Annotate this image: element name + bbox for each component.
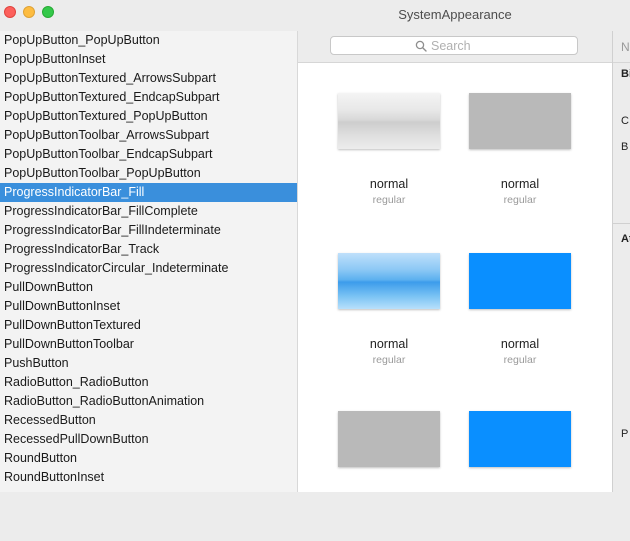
- sidebar-item[interactable]: PopUpButtonToolbar_PopUpButton: [0, 164, 297, 183]
- rendition-preview: [469, 253, 571, 309]
- inspector-label: C: [621, 115, 629, 127]
- inspector-panel: N Bi C B At P: [612, 31, 630, 492]
- rendition-grid: normal regular normal regular normal reg…: [298, 63, 612, 492]
- minimize-window-button[interactable]: [23, 6, 35, 18]
- zoom-window-button[interactable]: [42, 6, 54, 18]
- rendition-preview: [338, 411, 440, 467]
- sidebar-item[interactable]: PopUpButton_PopUpButton: [0, 31, 297, 50]
- rendition-size-label: regular: [503, 354, 537, 366]
- sidebar-item[interactable]: PushButton: [0, 354, 297, 373]
- rendition-state-label: normal: [369, 337, 409, 351]
- rendition-preview: [338, 253, 440, 309]
- rendition-size-label: regular: [372, 354, 406, 366]
- rendition-preview: [469, 93, 571, 149]
- rendition-state-label: normal: [500, 177, 540, 191]
- inspector-divider: [613, 223, 630, 224]
- asset-list[interactable]: PopUpButton_PopUpButton PopUpButtonInset…: [0, 31, 298, 492]
- sidebar-item[interactable]: PullDownButtonInset: [0, 297, 297, 316]
- rendition-state-label: normal: [369, 177, 409, 191]
- close-window-button[interactable]: [4, 6, 16, 18]
- rendition-cell[interactable]: [328, 381, 458, 541]
- rendition-cell[interactable]: [459, 381, 589, 541]
- rendition-preview: [469, 411, 571, 467]
- sidebar-item[interactable]: PopUpButtonToolbar_EndcapSubpart: [0, 145, 297, 164]
- inspector-label: B: [621, 141, 629, 153]
- rendition-cell[interactable]: normal regular: [459, 63, 589, 223]
- sidebar-item[interactable]: RadioButton_RadioButtonAnimation: [0, 392, 297, 411]
- rendition-cell[interactable]: normal regular: [459, 223, 589, 383]
- sidebar-item-selected[interactable]: ProgressIndicatorBar_Fill: [0, 183, 297, 202]
- search-icon: [415, 40, 427, 52]
- sidebar-item[interactable]: PopUpButtonInset: [0, 50, 297, 69]
- sidebar-item[interactable]: ProgressIndicatorCircular_Indeterminate: [0, 259, 297, 278]
- search-field[interactable]: [330, 36, 578, 55]
- inspector-header-label: N: [621, 40, 630, 54]
- sidebar-item[interactable]: RoundButtonInset: [0, 468, 297, 487]
- sidebar-item[interactable]: RecessedButton: [0, 411, 297, 430]
- rendition-preview: [338, 93, 440, 149]
- inspector-header: N: [613, 31, 630, 63]
- sidebar-item[interactable]: ProgressIndicatorBar_FillIndeterminate: [0, 221, 297, 240]
- inspector-section-title: At: [621, 233, 630, 245]
- sidebar-item[interactable]: RadioButton_RadioButton: [0, 373, 297, 392]
- sidebar-item[interactable]: PopUpButtonTextured_PopUpButton: [0, 107, 297, 126]
- rendition-state-label: normal: [500, 337, 540, 351]
- rendition-cell[interactable]: normal regular: [328, 63, 458, 223]
- search-bar: [298, 31, 612, 63]
- search-input[interactable]: [431, 37, 571, 54]
- sidebar-item[interactable]: RoundButton: [0, 449, 297, 468]
- sidebar-item[interactable]: ProgressIndicatorBar_Track: [0, 240, 297, 259]
- sidebar-item[interactable]: PopUpButtonTextured_ArrowsSubpart: [0, 69, 297, 88]
- rendition-size-label: regular: [372, 194, 406, 206]
- sidebar-item[interactable]: ProgressIndicatorBar_FillComplete: [0, 202, 297, 221]
- sidebar-item[interactable]: PopUpButtonTextured_EndcapSubpart: [0, 88, 297, 107]
- rendition-cell[interactable]: normal regular: [328, 223, 458, 383]
- window-title: SystemAppearance: [398, 7, 512, 22]
- sidebar-item[interactable]: RecessedPullDownButton: [0, 430, 297, 449]
- inspector-label: P: [621, 428, 629, 440]
- inspector-section-title: Bi: [621, 68, 630, 80]
- sidebar-item[interactable]: PopUpButtonToolbar_ArrowsSubpart: [0, 126, 297, 145]
- sidebar-item[interactable]: PullDownButtonTextured: [0, 316, 297, 335]
- title-bar: SystemAppearance: [0, 0, 630, 30]
- rendition-size-label: regular: [503, 194, 537, 206]
- sidebar-item[interactable]: PullDownButtonToolbar: [0, 335, 297, 354]
- sidebar-item[interactable]: PullDownButton: [0, 278, 297, 297]
